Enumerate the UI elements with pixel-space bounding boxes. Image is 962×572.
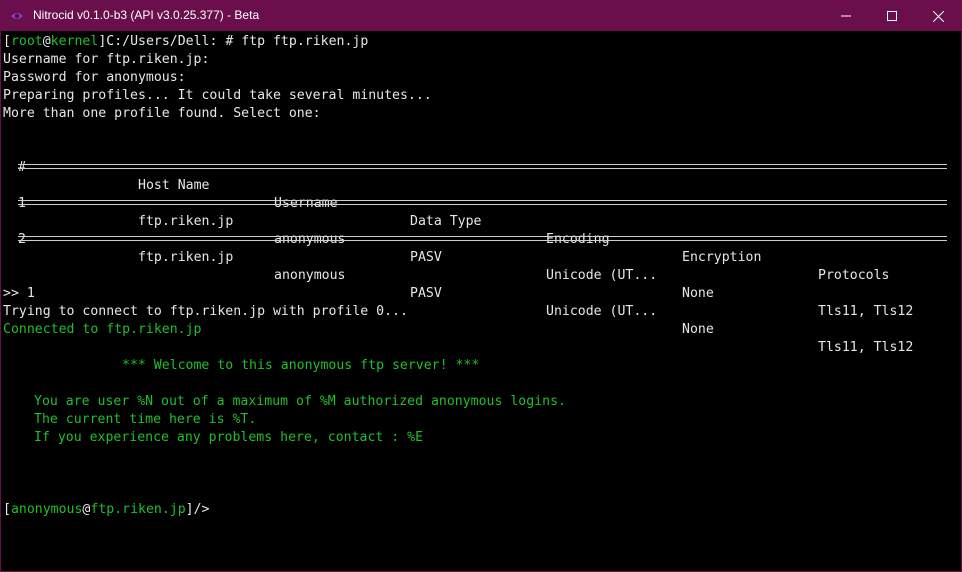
row-data-type: PASV	[410, 250, 442, 265]
title-bar[interactable]: Nitrocid v0.1.0-b3 (API v3.0.25.377) - B…	[1, 1, 961, 31]
trying-connect-line: Trying to connect to ftp.riken.jp with p…	[3, 304, 408, 319]
prompt-host: ftp.riken.jp	[90, 502, 186, 517]
prompt-bracket: ]	[185, 502, 194, 517]
prompt-user: root	[10, 34, 43, 49]
connected-line: Connected to ftp.riken.jp	[3, 322, 202, 337]
header-encryption: Encryption	[682, 250, 762, 265]
prompt-bracket: [	[3, 34, 11, 49]
row-protocols: Tls11, Tls12	[818, 340, 914, 355]
banner-line: The current time here is %T.	[34, 412, 257, 427]
row-username: anonymous	[274, 268, 346, 283]
row-encoding: Unicode (UT...	[546, 304, 658, 319]
row-data-type: PASV	[410, 286, 442, 301]
table-row: 2 ftp.riken.jp anonymous PASV Unicode (U…	[3, 213, 913, 355]
table-divider	[18, 200, 947, 205]
row-host-name: ftp.riken.jp	[138, 214, 234, 229]
window-title: Nitrocid v0.1.0-b3 (API v3.0.25.377) - B…	[33, 8, 260, 22]
banner-line: You are user %N out of a maximum of %M a…	[34, 394, 566, 409]
terminal-output[interactable]: [root@kernel]C:/Users/Dell: # ftp ftp.ri…	[3, 33, 959, 569]
prompt-path: />	[193, 502, 210, 517]
table-row: 1 ftp.riken.jp anonymous PASV Unicode (U…	[3, 177, 913, 319]
terminal-window: Nitrocid v0.1.0-b3 (API v3.0.25.377) - B…	[0, 0, 962, 572]
username-line: Username for ftp.riken.jp:	[3, 52, 210, 67]
more-profiles-line: More than one profile found. Select one:	[3, 106, 321, 121]
prompt-host: kernel	[50, 34, 99, 49]
preparing-line: Preparing profiles... It could take seve…	[3, 88, 432, 103]
close-icon	[932, 10, 944, 22]
header-protocols: Protocols	[818, 268, 890, 283]
table-divider	[18, 236, 947, 241]
minimize-icon	[841, 15, 851, 17]
close-button[interactable]	[915, 1, 961, 31]
prompt-user: anonymous	[10, 502, 83, 517]
minimize-button[interactable]	[823, 1, 869, 31]
table-header-row: # Host Name Username Data Type Encoding …	[3, 141, 889, 283]
password-line: Password for anonymous:	[3, 70, 186, 85]
row-encoding: Unicode (UT...	[546, 268, 658, 283]
row-protocols: Tls11, Tls12	[818, 304, 914, 319]
row-host-name: ftp.riken.jp	[138, 250, 234, 265]
header-data-type: Data Type	[410, 214, 482, 229]
root-prompt-line: [root@kernel]C:/Users/Dell: # ftp ftp.ri…	[3, 33, 368, 51]
prompt-at: @	[42, 34, 51, 49]
header-host-name: Host Name	[138, 178, 210, 193]
prompt-command: C:/Users/Dell: # ftp ftp.riken.jp	[106, 34, 369, 49]
ftp-prompt-line: [anonymous@ftp.riken.jp]/>	[3, 501, 210, 519]
selection-input-line: >> 1	[3, 286, 35, 301]
prompt-bracket: [	[3, 502, 11, 517]
maximize-button[interactable]	[869, 1, 915, 31]
row-encryption: None	[682, 286, 714, 301]
welcome-banner: *** Welcome to this anonymous ftp server…	[122, 358, 480, 373]
banner-line: If you experience any problems here, con…	[34, 430, 424, 445]
nitrocid-app-icon	[11, 13, 23, 19]
table-divider	[18, 164, 947, 169]
row-encryption: None	[682, 322, 714, 337]
maximize-icon	[887, 11, 897, 21]
